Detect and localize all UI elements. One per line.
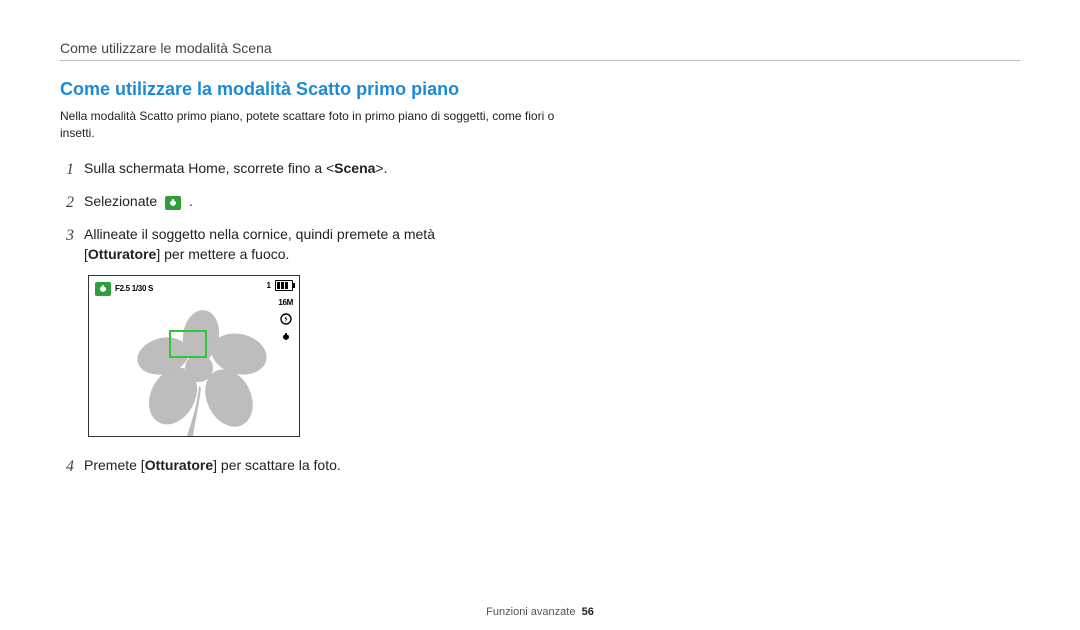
flower-subject bbox=[129, 306, 269, 436]
step-1-text: Sulla schermata Home, scorrete fino a <S… bbox=[84, 158, 388, 178]
page-footer: Funzioni avanzate 56 bbox=[0, 606, 1080, 618]
battery-icon bbox=[275, 280, 293, 291]
step-1: 1 Sulla schermata Home, scorrete fino a … bbox=[60, 158, 680, 181]
step-number: 4 bbox=[60, 455, 74, 478]
steps-list-continued: 4 Premete [Otturatore] per scattare la f… bbox=[60, 455, 680, 478]
footer-label: Funzioni avanzate bbox=[486, 606, 575, 618]
step-number: 2 bbox=[60, 191, 74, 214]
step-3: 3 Allineate il soggetto nella cornice, q… bbox=[60, 224, 680, 265]
breadcrumb: Come utilizzare le modalità Scena bbox=[60, 40, 1020, 56]
section-title: Come utilizzare la modalità Scatto primo… bbox=[60, 79, 1020, 100]
resolution-indicator: 16M bbox=[278, 298, 293, 307]
page-number: 56 bbox=[582, 606, 594, 618]
steps-list: 1 Sulla schermata Home, scorrete fino a … bbox=[60, 158, 680, 265]
step-number: 3 bbox=[60, 224, 74, 247]
flash-icon bbox=[280, 313, 292, 325]
closeup-mode-icon bbox=[95, 282, 111, 296]
step-4: 4 Premete [Otturatore] per scattare la f… bbox=[60, 455, 680, 478]
divider bbox=[60, 60, 1020, 61]
step-2-text: Selezionate . bbox=[84, 191, 193, 211]
closeup-mode-icon bbox=[165, 196, 181, 210]
macro-icon bbox=[280, 331, 292, 343]
camera-preview: F2.5 1/30 S 1 16M bbox=[88, 275, 300, 437]
section-intro: Nella modalità Scatto primo piano, potet… bbox=[60, 108, 580, 142]
step-4-text: Premete [Otturatore] per scattare la fot… bbox=[84, 455, 341, 475]
focus-frame bbox=[169, 330, 207, 358]
shot-count: 1 bbox=[267, 281, 271, 290]
step-2: 2 Selezionate . bbox=[60, 191, 680, 214]
step-3-text: Allineate il soggetto nella cornice, qui… bbox=[84, 224, 435, 265]
exposure-info: F2.5 1/30 S bbox=[115, 284, 153, 293]
step-number: 1 bbox=[60, 158, 74, 181]
